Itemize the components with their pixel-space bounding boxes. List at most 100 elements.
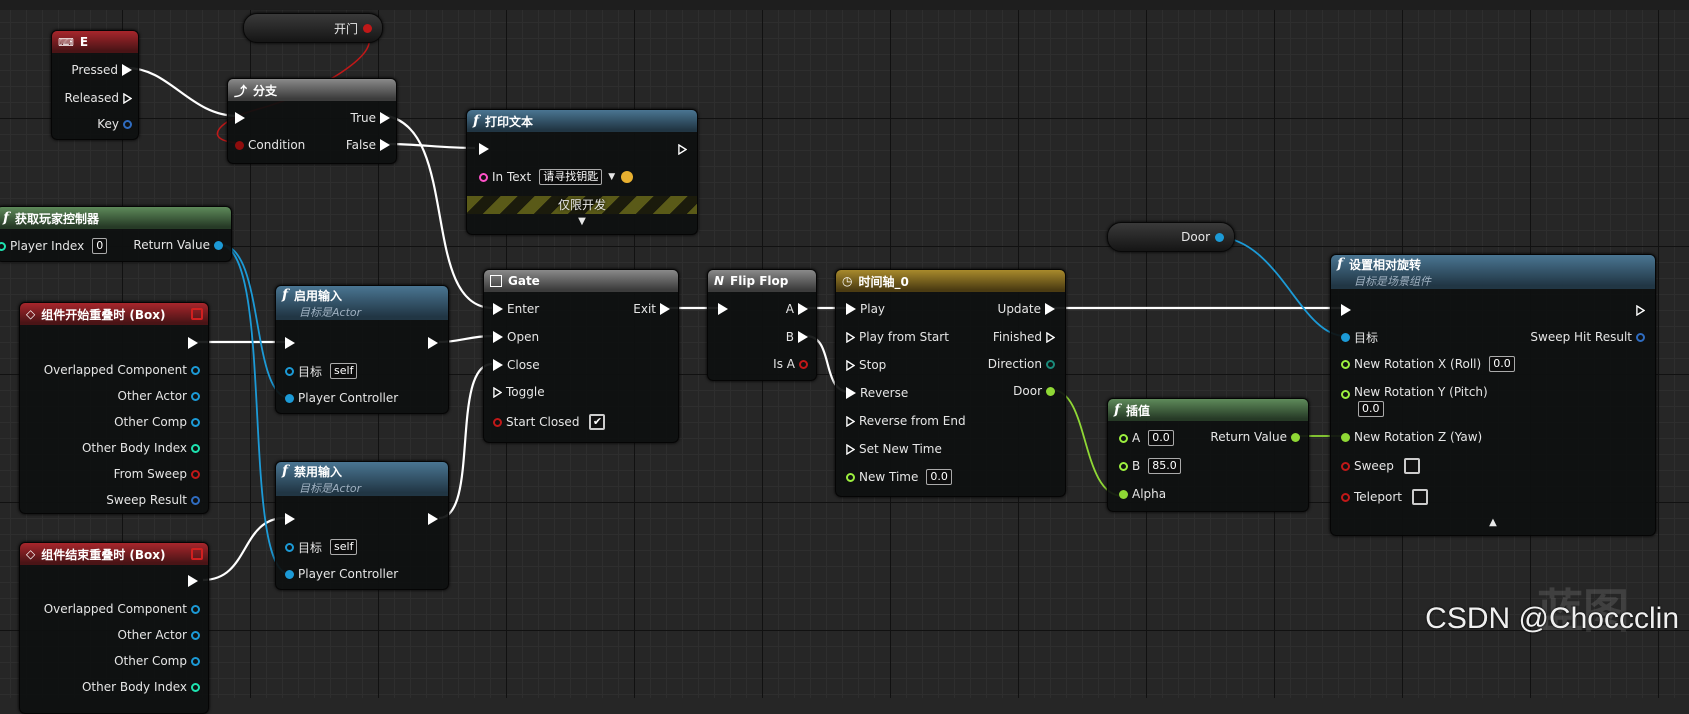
exec-pin-hollow-icon[interactable]: [493, 386, 502, 398]
teleport-checkbox[interactable]: [1412, 489, 1428, 505]
exec-pin-icon[interactable]: [718, 303, 728, 315]
bool-pin-icon[interactable]: [1341, 461, 1350, 471]
timeline-update-pin[interactable]: Update: [994, 300, 1055, 318]
sweep-pin[interactable]: Sweep: [1341, 457, 1420, 475]
int-pin-icon[interactable]: [0, 241, 6, 251]
other-comp-pin[interactable]: Other Comp: [110, 652, 200, 670]
branch-node[interactable]: ⤴ 分支 Condition True False: [227, 78, 397, 164]
teleport-pin[interactable]: Teleport: [1341, 488, 1428, 506]
target-self-field[interactable]: self: [330, 363, 358, 379]
setrot-target-pin[interactable]: 目标: [1341, 328, 1382, 346]
rotation-x-input[interactable]: 0.0: [1489, 356, 1515, 372]
pressed-pin[interactable]: Pressed: [67, 61, 132, 79]
overlapped-component-pin[interactable]: Overlapped Component: [40, 600, 200, 618]
in-text-input[interactable]: 请寻找钥匙: [539, 169, 603, 185]
end-overlap-event-node[interactable]: ◇ 组件结束重叠时 (Box) Overlapped Component Oth…: [19, 542, 209, 714]
delegate-pin-icon[interactable]: [191, 308, 203, 320]
bool-pin-icon[interactable]: [235, 140, 244, 150]
enable-exec-out-pin[interactable]: [428, 334, 438, 352]
bool-pin-icon[interactable]: [191, 469, 200, 479]
emoji-picker-icon[interactable]: [621, 171, 634, 183]
enable-exec-in-pin[interactable]: [285, 334, 295, 352]
enable-player-controller-pin[interactable]: Player Controller: [285, 389, 402, 407]
bool-pin-icon[interactable]: [1341, 492, 1350, 502]
exec-pin-icon[interactable]: [428, 337, 438, 349]
exec-pin-icon[interactable]: [1341, 304, 1351, 316]
exec-pin-icon[interactable]: [285, 513, 295, 525]
gate-exit-pin[interactable]: Exit: [629, 300, 670, 318]
timeline-door-pin[interactable]: Door: [1009, 382, 1055, 400]
gate-close-pin[interactable]: Close: [493, 356, 544, 374]
exec-pin-icon[interactable]: [122, 64, 132, 76]
exec-pin-icon[interactable]: [798, 303, 808, 315]
rotation-x-pin[interactable]: New Rotation X (Roll) 0.0: [1341, 355, 1515, 373]
exec-pin-hollow-icon[interactable]: [1636, 304, 1645, 316]
gate-start-closed-pin[interactable]: Start Closed ✔: [493, 413, 606, 431]
sweep-hit-result-pin[interactable]: Sweep Hit Result: [1526, 328, 1645, 346]
setrot-exec-out-pin[interactable]: [1636, 301, 1645, 319]
timeline-reverse-pin[interactable]: Reverse: [846, 384, 912, 402]
begin-overlap-event-node[interactable]: ◇ 组件开始重叠时 (Box) Overlapped Component Oth…: [19, 302, 209, 514]
rotation-y-input[interactable]: 0.0: [1358, 401, 1384, 417]
get-player-controller-node[interactable]: f 获取玩家控制器 Player Index 0 Return Value: [0, 206, 232, 262]
sweep-result-pin[interactable]: Sweep Result: [102, 491, 200, 509]
struct-pin-icon[interactable]: [191, 495, 200, 505]
new-time-input[interactable]: 0.0: [926, 469, 952, 485]
player-index-pin[interactable]: Player Index 0: [0, 237, 108, 255]
collapse-arrow-icon[interactable]: ▲: [1331, 517, 1655, 528]
a-value-input[interactable]: 0.0: [1148, 430, 1174, 446]
b-value-input[interactable]: 85.0: [1148, 458, 1181, 474]
object-pin-icon[interactable]: [285, 542, 294, 552]
other-body-index-pin[interactable]: Other Body Index: [78, 439, 200, 457]
flipflop-a-pin[interactable]: A: [782, 300, 808, 318]
exec-pin-icon[interactable]: [188, 575, 198, 587]
other-comp-pin[interactable]: Other Comp: [110, 413, 200, 431]
float-pin-icon[interactable]: [1291, 432, 1300, 442]
rotation-y-pin[interactable]: New Rotation Y (Pitch) 0.0: [1341, 385, 1492, 423]
timeline-node[interactable]: ◷ 时间轴_0 Play Play from Start Stop Revers…: [835, 269, 1066, 497]
exec-pin-icon[interactable]: [493, 359, 503, 371]
exec-pin-icon[interactable]: [798, 331, 808, 343]
exec-pin-hollow-icon[interactable]: [123, 92, 132, 104]
timeline-new-time-pin[interactable]: New Time 0.0: [846, 468, 952, 486]
rotation-z-pin[interactable]: New Rotation Z (Yaw): [1341, 428, 1486, 446]
other-actor-pin[interactable]: Other Actor: [114, 387, 200, 405]
exec-pin-icon[interactable]: [428, 513, 438, 525]
end-overlap-exec-out-pin[interactable]: [188, 572, 198, 590]
print-exec-out-pin[interactable]: [678, 140, 687, 158]
object-pin-icon[interactable]: [285, 393, 294, 403]
condition-pin[interactable]: Condition: [235, 136, 309, 154]
timeline-reverse-from-end-pin[interactable]: Reverse from End: [846, 412, 970, 430]
exec-pin-hollow-icon[interactable]: [846, 331, 855, 343]
exec-pin-hollow-icon[interactable]: [678, 143, 687, 155]
float-pin-icon[interactable]: [1341, 432, 1350, 442]
open-door-variable-node[interactable]: 开门: [243, 13, 383, 43]
enum-pin-icon[interactable]: [1046, 359, 1055, 369]
print-string-node[interactable]: f 打印文本 In Text 请寻找钥匙 ▼ 仅限开发 ▼: [466, 109, 698, 235]
lerp-b-pin[interactable]: B 85.0: [1119, 457, 1181, 475]
exec-pin-icon[interactable]: [188, 337, 198, 349]
exec-pin-icon[interactable]: [235, 112, 245, 124]
timeline-set-new-time-pin[interactable]: Set New Time: [846, 440, 946, 458]
disable-exec-in-pin[interactable]: [285, 510, 295, 528]
set-relative-rotation-node[interactable]: f 设置相对旋转 目标是场景组件 目标 Sweep Hit Result New …: [1330, 254, 1656, 536]
object-pin-icon[interactable]: [1215, 232, 1224, 242]
float-pin-icon[interactable]: [1046, 386, 1055, 396]
target-self-field[interactable]: self: [330, 539, 358, 555]
disable-target-pin[interactable]: 目标 self: [285, 538, 358, 556]
object-pin-icon[interactable]: [191, 365, 200, 375]
bool-pin-icon[interactable]: [493, 417, 502, 427]
bool-pin-icon[interactable]: [799, 359, 808, 369]
object-pin-icon[interactable]: [191, 630, 200, 640]
branch-exec-in-pin[interactable]: [235, 109, 245, 127]
begin-overlap-exec-out-pin[interactable]: [188, 334, 198, 352]
exec-pin-icon[interactable]: [660, 303, 670, 315]
exec-pin-hollow-icon[interactable]: [846, 443, 855, 455]
float-pin-icon[interactable]: [1119, 461, 1128, 471]
enable-input-node[interactable]: f 启用输入 目标是Actor 目标 self Player Controller: [275, 285, 449, 414]
false-pin[interactable]: False: [342, 136, 390, 154]
exec-pin-icon[interactable]: [479, 143, 489, 155]
timeline-play-pin[interactable]: Play: [846, 300, 889, 318]
exec-pin-icon[interactable]: [846, 387, 856, 399]
lerp-return-value-pin[interactable]: Return Value: [1206, 428, 1300, 446]
